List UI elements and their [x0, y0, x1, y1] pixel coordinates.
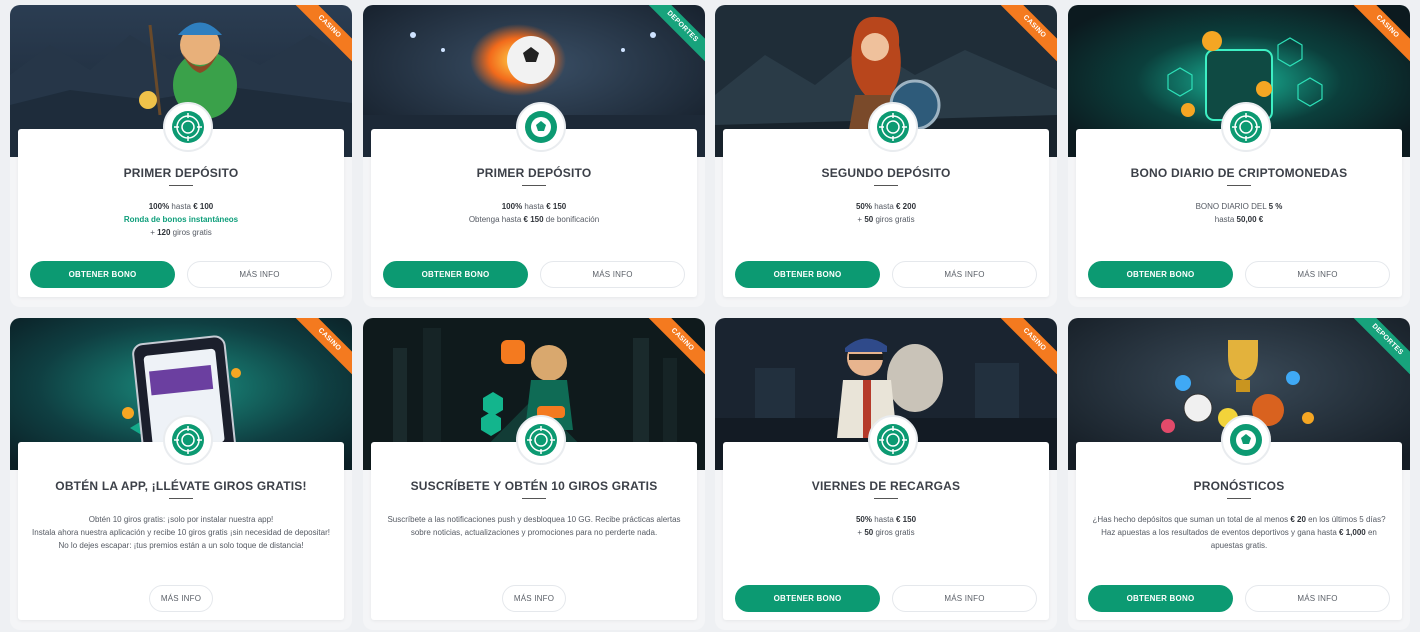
casino-chip-icon — [868, 415, 918, 465]
promo-panel: SEGUNDO DEPÓSITO 50% hasta € 200 + 50 gi… — [723, 102, 1049, 297]
promo-description: 100% hasta € 100 Ronda de bonos instantá… — [123, 202, 239, 237]
promo-panel: PRIMER DEPÓSITO 100% hasta € 100 Ronda d… — [18, 102, 344, 297]
football-icon — [516, 102, 566, 152]
promo-card-friday-reload: Casino VIERNES DE RECARGAS 50% hasta € 1… — [715, 318, 1057, 630]
promo-title: VIERNES DE RECARGAS — [811, 479, 961, 493]
get-bonus-button[interactable]: OBTENER BONO — [1088, 585, 1233, 612]
get-bonus-button[interactable]: OBTENER BONO — [383, 261, 528, 288]
more-info-button[interactable]: MÁS INFO — [502, 585, 566, 612]
promo-panel: SUSCRÍBETE Y OBTÉN 10 GIROS GRATIS Suscr… — [371, 415, 697, 620]
title-divider — [169, 185, 193, 186]
promo-card-subscribe: Casino SUSCRÍBETE Y OBTÉN 10 GIROS GRATI… — [363, 318, 705, 630]
promo-title: OBTÉN LA APP, ¡LLÉVATE GIROS GRATIS! — [55, 479, 307, 493]
more-info-button[interactable]: MÁS INFO — [149, 585, 213, 612]
title-divider — [874, 498, 898, 499]
promo-panel: PRONÓSTICOS ¿Has hecho depósitos que sum… — [1076, 415, 1402, 620]
title-divider — [1227, 498, 1251, 499]
title-divider — [874, 185, 898, 186]
promo-title: SEGUNDO DEPÓSITO — [821, 166, 951, 180]
more-info-button[interactable]: MÁS INFO — [892, 585, 1037, 612]
promo-description: Suscríbete a las notificaciones push y d… — [387, 515, 681, 537]
promo-card-first-deposit-casino: Casino PRIMER DEPÓSITO 100% hasta € 100 … — [10, 5, 352, 307]
promo-card-get-app: Casino OBTÉN LA APP, ¡LLÉVATE GIROS GRAT… — [10, 318, 352, 630]
promo-card-second-deposit: Casino SEGUNDO DEPÓSITO 50% hasta € 200 … — [715, 5, 1057, 307]
promo-title: PRIMER DEPÓSITO — [123, 166, 239, 180]
promo-description: BONO DIARIO DEL 5 % hasta 50,00 € — [1195, 202, 1283, 224]
title-divider — [522, 185, 546, 186]
promo-panel: BONO DIARIO DE CRIPTOMONEDAS BONO DIARIO… — [1076, 102, 1402, 297]
title-divider — [522, 498, 546, 499]
title-divider — [169, 498, 193, 499]
football-icon — [1221, 415, 1271, 465]
get-bonus-button[interactable]: OBTENER BONO — [735, 585, 880, 612]
promo-description: 50% hasta € 150 + 50 giros gratis — [855, 515, 917, 537]
promo-title: BONO DIARIO DE CRIPTOMONEDAS — [1130, 166, 1348, 180]
more-info-button[interactable]: MÁS INFO — [1245, 261, 1390, 288]
promo-title: PRONÓSTICOS — [1193, 479, 1285, 493]
title-divider — [1227, 185, 1251, 186]
promotions-grid: Casino PRIMER DEPÓSITO 100% hasta € 100 … — [0, 0, 1420, 632]
casino-chip-icon — [868, 102, 918, 152]
promo-description: 100% hasta € 150 Obtenga hasta € 150 de … — [468, 202, 600, 224]
promo-panel: PRIMER DEPÓSITO 100% hasta € 150 Obtenga… — [371, 102, 697, 297]
get-bonus-button[interactable]: OBTENER BONO — [735, 261, 880, 288]
promo-title: PRIMER DEPÓSITO — [476, 166, 592, 180]
more-info-button[interactable]: MÁS INFO — [540, 261, 685, 288]
promo-panel: VIERNES DE RECARGAS 50% hasta € 150 + 50… — [723, 415, 1049, 620]
promo-panel: OBTÉN LA APP, ¡LLÉVATE GIROS GRATIS! Obt… — [18, 415, 344, 620]
promo-card-predictions: Deportes PRONÓSTICOS ¿Has hecho depósito… — [1068, 318, 1410, 630]
get-bonus-button[interactable]: OBTENER BONO — [30, 261, 175, 288]
casino-chip-icon — [1221, 102, 1271, 152]
casino-chip-icon — [163, 102, 213, 152]
promo-description: Obtén 10 giros gratis: ¡solo por instala… — [32, 515, 330, 550]
promo-card-first-deposit-sports: Deportes PRIMER DEPÓSITO 100% hasta € 15… — [363, 5, 705, 307]
casino-chip-icon — [516, 415, 566, 465]
promo-description: ¿Has hecho depósitos que suman un total … — [1092, 515, 1386, 550]
more-info-button[interactable]: MÁS INFO — [892, 261, 1037, 288]
casino-chip-icon — [163, 415, 213, 465]
get-bonus-button[interactable]: OBTENER BONO — [1088, 261, 1233, 288]
promo-card-daily-crypto: Casino BONO DIARIO DE CRIPTOMONEDAS BONO… — [1068, 5, 1410, 307]
more-info-button[interactable]: MÁS INFO — [1245, 585, 1390, 612]
promo-description: 50% hasta € 200 + 50 giros gratis — [855, 202, 917, 224]
promo-title: SUSCRÍBETE Y OBTÉN 10 GIROS GRATIS — [410, 479, 658, 493]
more-info-button[interactable]: MÁS INFO — [187, 261, 332, 288]
